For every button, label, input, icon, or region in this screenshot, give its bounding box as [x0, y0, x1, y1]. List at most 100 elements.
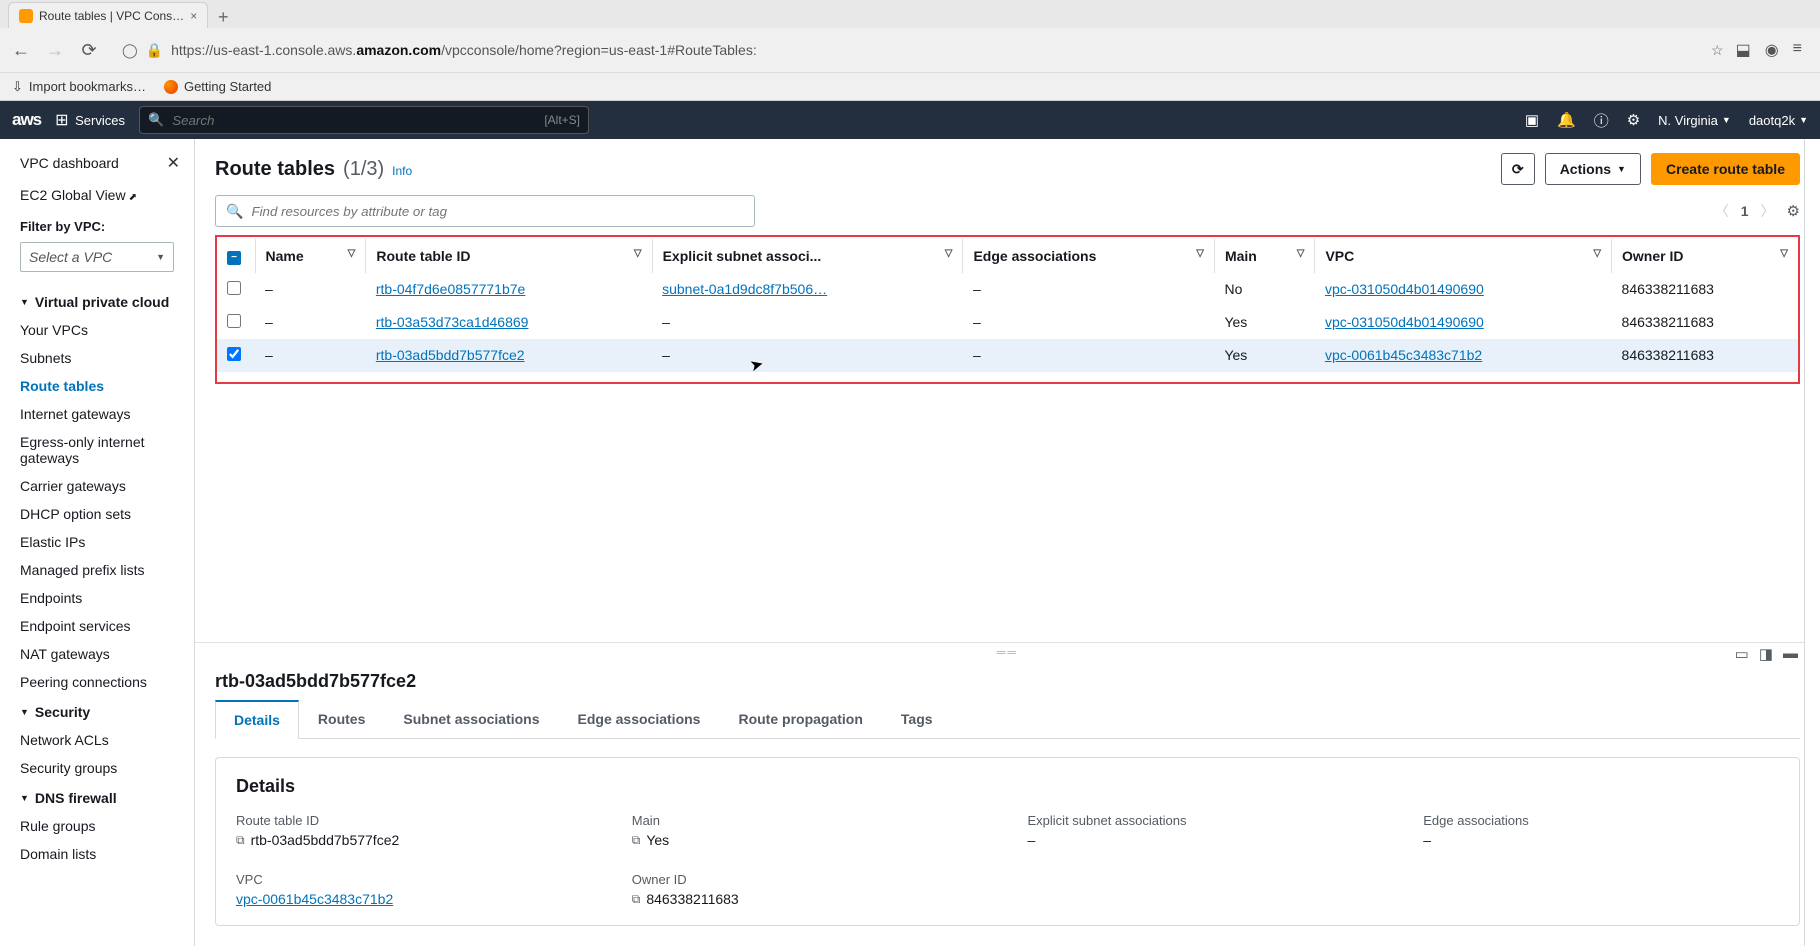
- copy-icon[interactable]: ⧉: [632, 892, 641, 907]
- sidebar-section-header[interactable]: DNS firewall: [0, 782, 194, 812]
- prev-page-button[interactable]: 〈: [1715, 201, 1729, 221]
- sidebar-item[interactable]: DHCP option sets: [0, 500, 194, 528]
- account-icon[interactable]: ◉: [1765, 40, 1779, 60]
- subnet-link[interactable]: subnet-0a1d9dc8f7b506…: [662, 281, 827, 297]
- route-table-link[interactable]: rtb-03a53d73ca1d46869: [376, 314, 529, 330]
- search-field[interactable]: [172, 113, 536, 128]
- sidebar-item[interactable]: Network ACLs: [0, 726, 194, 754]
- sidebar-close-icon[interactable]: ✕: [167, 153, 180, 173]
- region-selector[interactable]: N. Virginia ▼: [1658, 113, 1731, 128]
- vpc-link[interactable]: vpc-031050d4b01490690: [1325, 281, 1484, 297]
- table-cell: vpc-031050d4b01490690: [1315, 306, 1612, 339]
- sort-icon[interactable]: ▽: [634, 248, 642, 259]
- sidebar-item[interactable]: Subnets: [0, 344, 194, 372]
- sidebar-item[interactable]: Route tables: [0, 372, 194, 400]
- column-header[interactable]: Name▽: [255, 239, 366, 273]
- table-row[interactable]: –rtb-03ad5bdd7b577fce2––Yesvpc-0061b45c3…: [217, 339, 1798, 372]
- sort-icon[interactable]: ▽: [1196, 248, 1204, 259]
- panel-layout-icon[interactable]: ◨: [1759, 645, 1775, 663]
- sort-icon[interactable]: ▽: [1297, 248, 1305, 259]
- detail-tab[interactable]: Edge associations: [559, 700, 720, 739]
- sort-icon[interactable]: ▽: [945, 248, 953, 259]
- address-bar[interactable]: ◯ 🔒 https://us-east-1.console.aws.amazon…: [112, 42, 1699, 59]
- sidebar-item[interactable]: NAT gateways: [0, 640, 194, 668]
- sort-icon[interactable]: ▽: [348, 248, 356, 259]
- column-header[interactable]: Explicit subnet associ...▽: [652, 239, 963, 273]
- forward-button[interactable]: →: [44, 39, 66, 61]
- row-checkbox[interactable]: [227, 281, 241, 295]
- vpc-link[interactable]: vpc-031050d4b01490690: [1325, 314, 1484, 330]
- import-bookmarks-item[interactable]: ⇩ Import bookmarks…: [12, 79, 146, 95]
- table-cell: vpc-0061b45c3483c71b2: [1315, 339, 1612, 372]
- vpc-link[interactable]: vpc-0061b45c3483c71b2: [1325, 347, 1482, 363]
- row-checkbox[interactable]: [227, 347, 241, 361]
- sidebar-item[interactable]: Managed prefix lists: [0, 556, 194, 584]
- column-header[interactable]: VPC▽: [1315, 239, 1612, 273]
- getting-started-bookmark[interactable]: Getting Started: [164, 79, 271, 94]
- sidebar-item[interactable]: Domain lists: [0, 840, 194, 868]
- ec2-global-view-link[interactable]: EC2 Global View⬈: [0, 183, 194, 213]
- vpc-filter-select[interactable]: Select a VPC ▼: [20, 242, 174, 272]
- panel-drag-handle[interactable]: ══ ▭ ◨ ▬: [195, 642, 1820, 661]
- sidebar-item[interactable]: Egress-only internet gateways: [0, 428, 194, 472]
- actions-button[interactable]: Actions ▼: [1545, 153, 1641, 185]
- sidebar-item[interactable]: Internet gateways: [0, 400, 194, 428]
- column-header[interactable]: Main▽: [1214, 239, 1315, 273]
- copy-icon[interactable]: ⧉: [236, 833, 245, 848]
- sidebar-section-header[interactable]: Virtual private cloud: [0, 286, 194, 316]
- vpc-dashboard-link[interactable]: VPC dashboard: [20, 155, 119, 171]
- reload-button[interactable]: ⟳: [78, 39, 100, 61]
- panel-layout-icon[interactable]: ▭: [1735, 645, 1751, 663]
- sidebar-item[interactable]: Your VPCs: [0, 316, 194, 344]
- browser-tab[interactable]: Route tables | VPC Cons… ×: [8, 2, 208, 28]
- bookmark-star-icon[interactable]: ☆: [1711, 42, 1724, 59]
- route-table-link[interactable]: rtb-04f7d6e0857771b7e: [376, 281, 525, 297]
- column-header[interactable]: Route table ID▽: [366, 239, 652, 273]
- filter-field[interactable]: [251, 204, 744, 219]
- cloudshell-icon[interactable]: ▣: [1525, 111, 1539, 129]
- panel-layout-icon[interactable]: ▬: [1783, 645, 1800, 663]
- pocket-icon[interactable]: ⬓: [1736, 40, 1751, 60]
- sidebar-item[interactable]: Rule groups: [0, 812, 194, 840]
- new-tab-button[interactable]: +: [208, 7, 238, 28]
- copy-icon[interactable]: ⧉: [632, 833, 641, 848]
- sidebar-item[interactable]: Peering connections: [0, 668, 194, 696]
- detail-tab[interactable]: Tags: [882, 700, 952, 739]
- user-menu[interactable]: daotq2k ▼: [1749, 113, 1808, 128]
- table-row[interactable]: –rtb-04f7d6e0857771b7esubnet-0a1d9dc8f7b…: [217, 273, 1798, 306]
- select-all-checkbox[interactable]: −: [227, 251, 241, 265]
- next-page-button[interactable]: 〉: [1761, 201, 1775, 221]
- tab-close-icon[interactable]: ×: [190, 9, 197, 23]
- settings-icon[interactable]: ⚙: [1627, 111, 1640, 129]
- help-icon[interactable]: ⓘ: [1594, 110, 1609, 131]
- sort-icon[interactable]: ▽: [1593, 248, 1601, 259]
- detail-tab[interactable]: Subnet associations: [384, 700, 558, 739]
- sidebar-item[interactable]: Endpoint services: [0, 612, 194, 640]
- table-settings-icon[interactable]: ⚙: [1787, 202, 1800, 220]
- row-checkbox[interactable]: [227, 314, 241, 328]
- detail-tab[interactable]: Details: [215, 700, 299, 739]
- column-header[interactable]: Edge associations▽: [963, 239, 1215, 273]
- route-table-link[interactable]: rtb-03ad5bdd7b577fce2: [376, 347, 525, 363]
- sidebar-item[interactable]: Endpoints: [0, 584, 194, 612]
- vpc-link[interactable]: vpc-0061b45c3483c71b2: [236, 891, 393, 907]
- detail-tab[interactable]: Routes: [299, 700, 384, 739]
- aws-logo[interactable]: aws: [12, 110, 41, 130]
- sidebar-item[interactable]: Carrier gateways: [0, 472, 194, 500]
- overflow-icon[interactable]: ≡: [1793, 40, 1802, 60]
- filter-input[interactable]: 🔍: [215, 195, 755, 227]
- services-button[interactable]: Services: [55, 113, 125, 128]
- sort-icon[interactable]: ▽: [1780, 248, 1788, 259]
- create-route-table-button[interactable]: Create route table: [1651, 153, 1800, 185]
- table-row[interactable]: –rtb-03a53d73ca1d46869––Yesvpc-031050d4b…: [217, 306, 1798, 339]
- refresh-button[interactable]: ⟳: [1501, 153, 1535, 185]
- sidebar-item[interactable]: Elastic IPs: [0, 528, 194, 556]
- sidebar-section-header[interactable]: Security: [0, 696, 194, 726]
- column-header[interactable]: Owner ID▽: [1612, 239, 1798, 273]
- search-input[interactable]: 🔍 [Alt+S]: [139, 106, 589, 134]
- notifications-icon[interactable]: 🔔: [1557, 111, 1576, 129]
- detail-tab[interactable]: Route propagation: [719, 700, 881, 739]
- info-link[interactable]: Info: [392, 164, 412, 178]
- sidebar-item[interactable]: Security groups: [0, 754, 194, 782]
- back-button[interactable]: ←: [10, 39, 32, 61]
